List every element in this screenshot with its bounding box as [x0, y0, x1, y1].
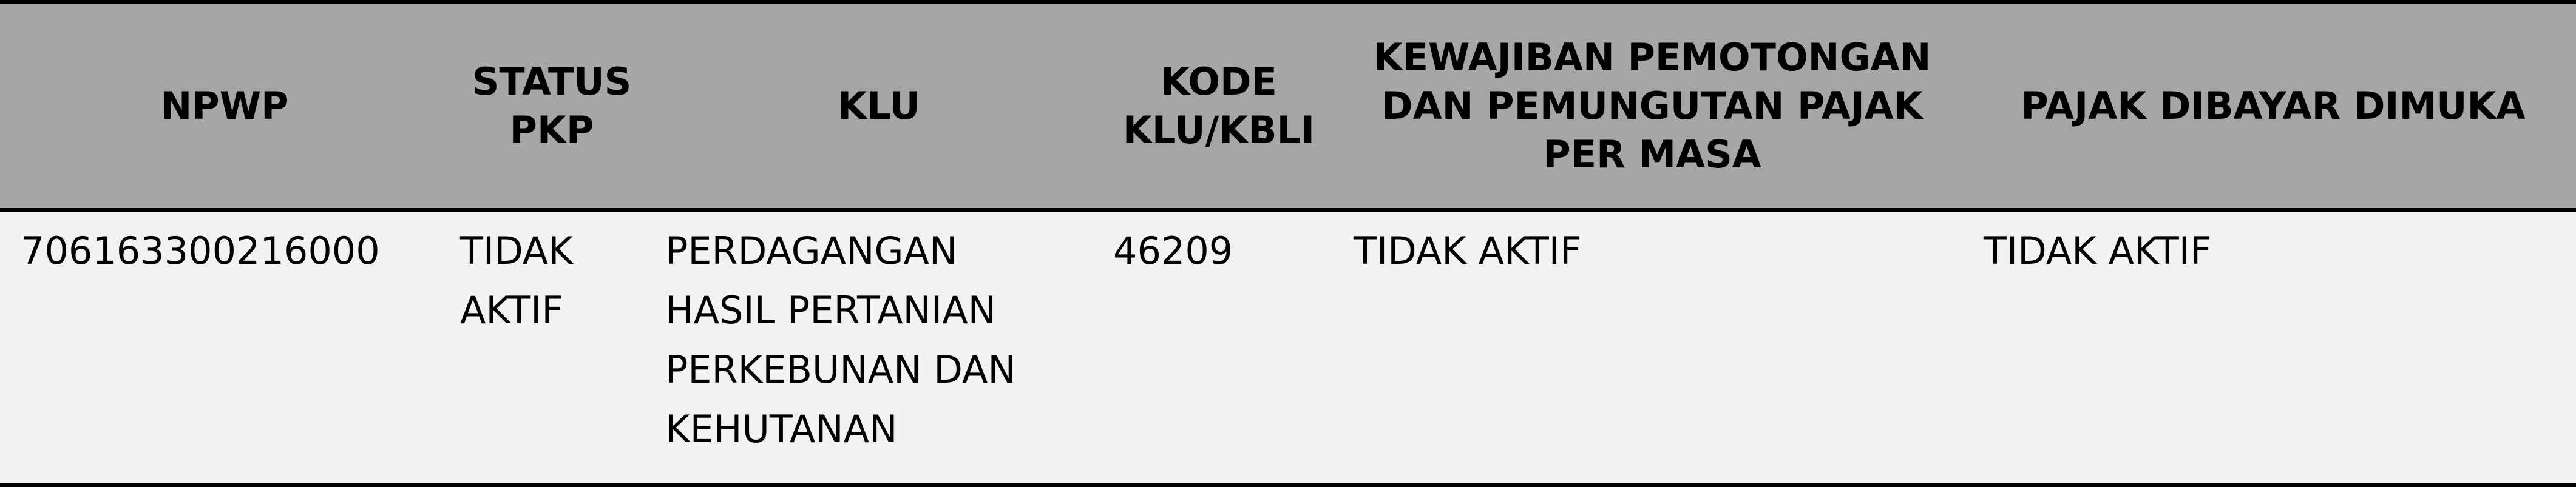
header-pajak-dibayar-dimuka: PAJAK DIBAYAR DIMUKA [1970, 0, 2576, 212]
header-npwp: NPWP [0, 0, 449, 212]
header-kewajiban-pemotongan: KEWAJIBAN PEMOTONGAN DAN PEMUNGUTAN PAJA… [1334, 0, 1970, 212]
cell-kode-klu-kbli: 46209 [1103, 209, 1334, 487]
taxpayer-info-table: NPWP STATUS PKP KLU KODE KLU/KBLI KEWAJI… [0, 0, 2576, 487]
cell-status-pkp: TIDAK AKTIF [449, 209, 654, 487]
cell-kewajiban-pemotongan: TIDAK AKTIF [1334, 209, 1970, 487]
cell-npwp: 706163300216000 [0, 209, 449, 487]
table-header-row: NPWP STATUS PKP KLU KODE KLU/KBLI KEWAJI… [0, 0, 2576, 212]
cell-klu: PERDAGANGAN HASIL PERTANIAN PERKEBUNAN D… [654, 209, 1103, 487]
header-klu: KLU [654, 0, 1103, 212]
cell-pajak-dibayar-dimuka: TIDAK AKTIF [1970, 209, 2576, 487]
table-row: 706163300216000 TIDAK AKTIF PERDAGANGAN … [0, 209, 2576, 487]
header-status-pkp: STATUS PKP [449, 0, 654, 212]
header-kode-klu-kbli: KODE KLU/KBLI [1103, 0, 1334, 212]
